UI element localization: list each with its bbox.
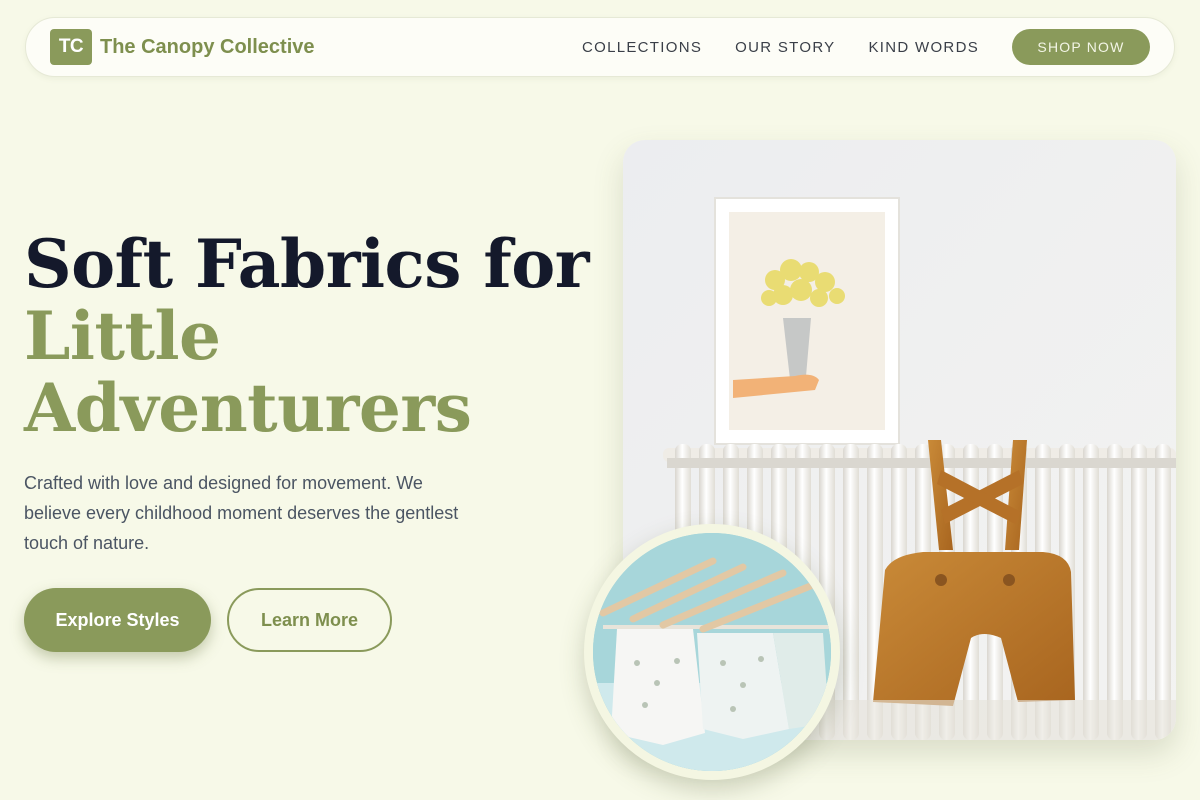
nav-link-kind-words[interactable]: KIND WORDS [869, 39, 980, 56]
radiator-fin [1155, 444, 1171, 740]
radiator-fin [1107, 444, 1123, 740]
hero-description: Crafted with love and designed for movem… [24, 473, 459, 553]
radiator-fin [843, 444, 859, 740]
radiator-fin [1131, 444, 1147, 740]
learn-more-button[interactable]: Learn More [227, 588, 392, 652]
brand-logo[interactable]: TC [50, 29, 92, 65]
headline-line-3: Adventurers [24, 369, 472, 447]
baby-clothes-on-hangers-photo [593, 533, 831, 771]
nav-link-collections[interactable]: COLLECTIONS [582, 39, 702, 56]
radiator-fin [1083, 444, 1099, 740]
nav-links: COLLECTIONS OUR STORY KIND WORDS SHOP NO… [582, 29, 1150, 65]
brand-name[interactable]: The Canopy Collective [100, 36, 315, 59]
inset-photo [584, 524, 840, 780]
explore-styles-button[interactable]: Explore Styles [24, 588, 211, 652]
headline-line-1: Soft Fabrics for [24, 225, 590, 303]
hero-headline: Soft Fabrics for Little Adventurers [24, 225, 590, 447]
shop-now-button[interactable]: SHOP NOW [1012, 29, 1150, 65]
nav-link-our-story[interactable]: OUR STORY [735, 39, 835, 56]
brand[interactable]: TC The Canopy Collective [50, 29, 315, 65]
headline-line-2: Little [24, 297, 221, 375]
top-navigation: TC The Canopy Collective COLLECTIONS OUR… [25, 17, 1175, 77]
